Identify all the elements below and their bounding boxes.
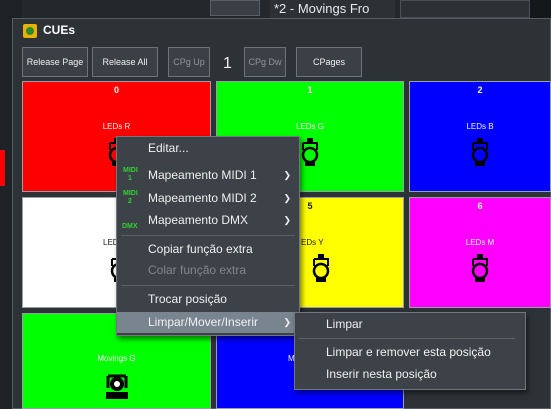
background-red-marker [0,150,5,186]
cue-number: 2 [477,85,483,95]
par-light-icon [301,138,319,166]
chevron-right-icon: ❯ [283,317,291,327]
menu-item-colar: Colar função extra [117,260,299,281]
cpages-button[interactable]: CPages [296,47,362,77]
cue-button[interactable]: 2 LEDs B [409,81,551,192]
chevron-right-icon: ❯ [283,215,291,225]
cue-number: 0 [113,85,119,95]
cpg-up-button[interactable]: CPg Up [168,47,210,77]
menu-item-copiar[interactable]: Copiar função extra [117,239,299,260]
midi-1-icon: MIDI 1 [123,167,138,182]
cpg-dw-button[interactable]: CPg Dw [244,47,286,77]
background-tab[interactable]: *2 - Movings Fro [270,0,395,18]
cue-label: LEDs G [295,122,324,131]
menu-item-label: Limpar [326,317,363,331]
cue-label: LEDs B [466,122,494,131]
menu-item-label: Trocar posição [148,292,227,306]
menu-item-midi-2[interactable]: MIDI 2 Mapeamento MIDI 2 ❯ [117,188,299,209]
cue-button[interactable]: 6 LEDs M [409,197,551,308]
par-light-icon [471,138,489,166]
window-titlebar[interactable]: CUEs [13,19,550,43]
chevron-right-icon: ❯ [283,193,291,203]
chevron-right-icon: ❯ [283,170,291,180]
cue-label: LEDs M [465,238,495,247]
menu-item-label: Mapeamento MIDI 2 [148,191,257,205]
app-icon [23,24,37,38]
context-menu: Editar... MIDI 1 Mapeamento MIDI 1 ❯ MIDI… [116,136,300,336]
menu-item-dmx[interactable]: DMX Mapeamento DMX ❯ [117,210,299,231]
submenu: Limpar Limpar e remover esta posição Ins… [294,312,526,390]
midi-2-icon: MIDI 2 [123,190,138,205]
menu-item-midi-1[interactable]: MIDI 1 Mapeamento MIDI 1 ❯ [117,165,299,186]
par-light-icon [312,254,330,282]
cue-number: 1 [307,85,313,95]
background-panel-right [400,0,530,18]
menu-item-label: Inserir nesta posição [326,367,437,381]
window-title: CUEs [43,23,76,37]
menu-separator [121,285,295,286]
menu-item-label: Mapeamento DMX [148,213,249,227]
page-number: 1 [223,55,232,72]
cue-label: EDs Y [301,238,324,247]
submenu-item-limpar-remover[interactable]: Limpar e remover esta posição [295,342,525,363]
menu-item-label: Mapeamento MIDI 1 [148,168,257,182]
menu-item-label: Colar função extra [148,263,247,277]
menu-item-label: Limpar/Mover/Inserir [148,315,259,329]
release-page-button[interactable]: Release Page [22,47,88,77]
dmx-icon: DMX [122,223,138,230]
submenu-item-limpar[interactable]: Limpar [295,314,525,335]
menu-item-limpar-mover-inserir[interactable]: Limpar/Mover/Inserir ❯ [117,312,299,333]
release-all-button[interactable]: Release All [92,47,158,77]
background-toolbar-button[interactable] [210,0,260,16]
submenu-item-inserir[interactable]: Inserir nesta posição [295,364,525,385]
menu-item-label: Copiar função extra [148,242,253,256]
cue-label: Movings G [97,354,136,363]
background-corner [530,0,551,18]
menu-item-editar[interactable]: Editar... [117,138,299,159]
menu-separator [299,338,515,339]
cue-number: 6 [477,201,483,211]
cue-label: LEDs R [102,122,131,131]
moving-head-icon [103,370,131,400]
par-light-icon [471,254,489,282]
menu-item-trocar[interactable]: Trocar posição [117,289,299,310]
menu-item-label: Editar... [148,141,189,155]
menu-item-label: Limpar e remover esta posição [326,345,491,359]
menu-separator [121,235,295,236]
